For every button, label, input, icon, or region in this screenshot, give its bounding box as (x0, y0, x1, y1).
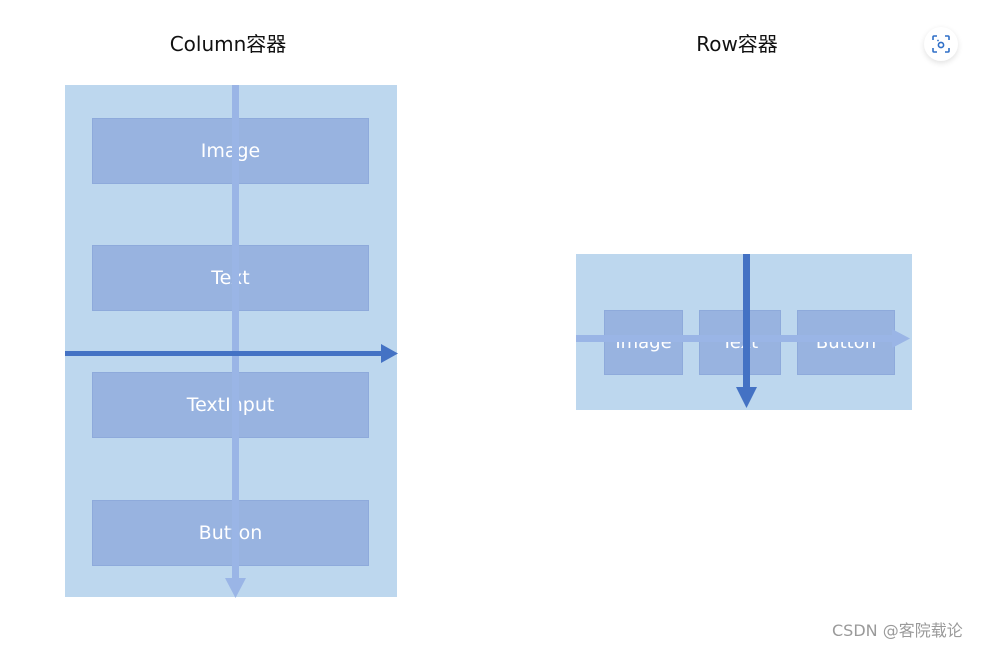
column-child-image: Image (92, 118, 369, 184)
column-title: Column容器 (169, 32, 287, 56)
scan-icon (932, 35, 950, 53)
column-child-button: Button (92, 500, 369, 566)
column-child-textinput: TextInput (92, 372, 369, 438)
row-child-button: Button (797, 310, 895, 375)
row-title: Row容器 (696, 32, 778, 56)
column-child-text: Text (92, 245, 369, 311)
row-child-text: Text (699, 310, 781, 375)
scan-button[interactable] (924, 27, 958, 61)
row-child-image: Image (604, 310, 683, 375)
watermark: CSDN @客院载论 (832, 621, 963, 640)
